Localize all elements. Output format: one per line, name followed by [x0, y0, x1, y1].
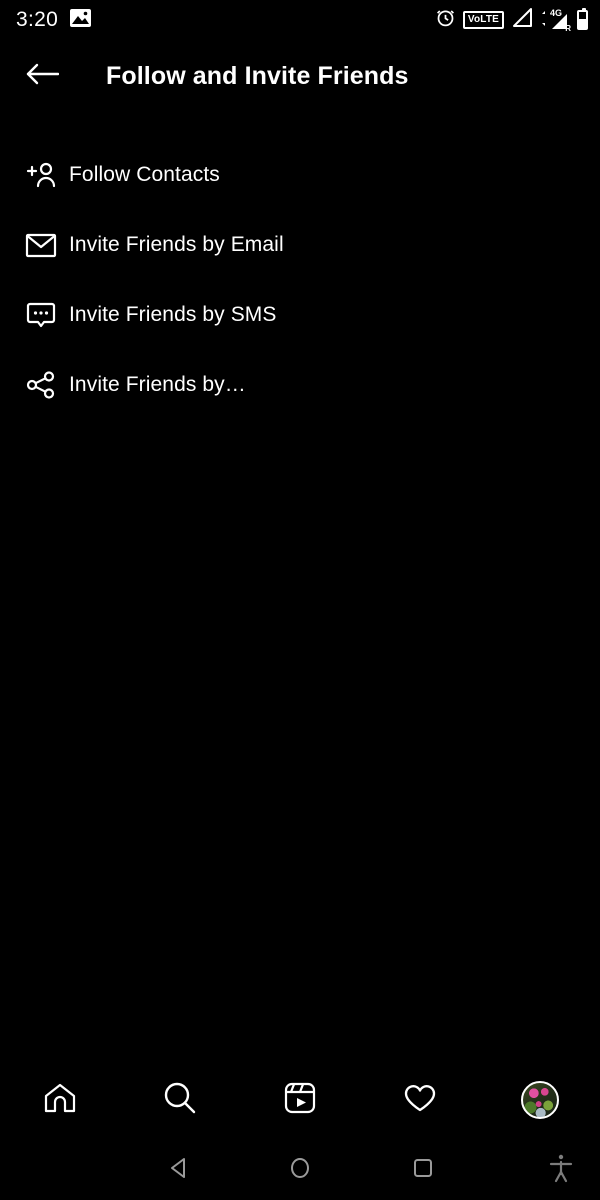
- battery-icon: [577, 10, 588, 30]
- heart-icon: [401, 1079, 439, 1122]
- signal-bars-icon: [511, 7, 533, 33]
- bottom-tab-bar: [0, 1065, 600, 1135]
- envelope-icon: [24, 228, 58, 262]
- reels-icon: [281, 1079, 319, 1122]
- profile-avatar: [521, 1081, 559, 1119]
- arrow-left-icon: [25, 60, 59, 93]
- chat-bubble-icon: [24, 298, 58, 332]
- tab-profile[interactable]: [510, 1072, 570, 1128]
- page-title: Follow and Invite Friends: [106, 62, 409, 91]
- back-button[interactable]: [22, 56, 62, 96]
- volte-icon: VoLTE: [463, 11, 504, 29]
- menu-item-invite-other[interactable]: Invite Friends by…: [0, 350, 600, 420]
- photo-notification-icon: [70, 9, 91, 32]
- menu-item-follow-contacts[interactable]: Follow Contacts: [0, 140, 600, 210]
- menu-item-label: Invite Friends by Email: [69, 233, 284, 257]
- menu-list: Follow Contacts Invite Friends by Email: [0, 140, 600, 420]
- tab-home[interactable]: [30, 1072, 90, 1128]
- search-icon: [161, 1079, 199, 1122]
- share-icon: [24, 368, 58, 402]
- status-bar-clock: 3:20: [16, 8, 58, 32]
- home-icon: [41, 1079, 79, 1122]
- menu-item-invite-sms[interactable]: Invite Friends by SMS: [0, 280, 600, 350]
- accessibility-icon[interactable]: [536, 1135, 586, 1200]
- app-screen: 3:20 VoLTE: [0, 0, 600, 1200]
- android-back-icon[interactable]: [150, 1135, 210, 1200]
- tab-reels[interactable]: [270, 1072, 330, 1128]
- alarm-clock-icon: [435, 7, 456, 33]
- tab-search[interactable]: [150, 1072, 210, 1128]
- status-bar-left: 3:20: [16, 8, 91, 32]
- tab-activity[interactable]: [390, 1072, 450, 1128]
- page-header: Follow and Invite Friends: [0, 40, 600, 112]
- android-home-icon[interactable]: [270, 1135, 330, 1200]
- menu-item-label: Invite Friends by SMS: [69, 303, 277, 327]
- status-bar: 3:20 VoLTE: [0, 0, 600, 40]
- menu-item-invite-email[interactable]: Invite Friends by Email: [0, 210, 600, 280]
- status-bar-right: VoLTE 4G R: [435, 7, 588, 33]
- person-add-icon: [24, 158, 58, 192]
- system-navigation-bar: [0, 1135, 600, 1200]
- android-recents-icon[interactable]: [393, 1135, 453, 1200]
- menu-item-label: Follow Contacts: [69, 163, 220, 187]
- menu-item-label: Invite Friends by…: [69, 373, 246, 397]
- mobile-data-4g-icon: 4G R: [540, 9, 570, 31]
